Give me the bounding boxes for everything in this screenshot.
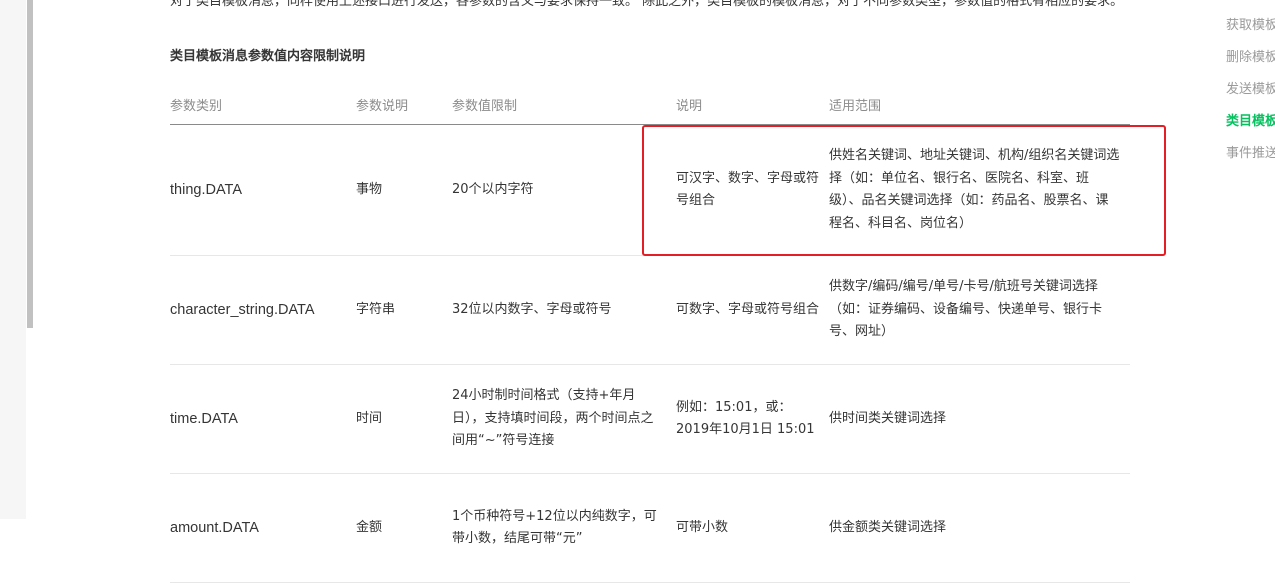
toc-item-delete-template[interactable]: 删除模板 bbox=[1226, 47, 1275, 79]
highlight-annotation-box bbox=[642, 125, 1166, 256]
cell-param-type: time.DATA bbox=[170, 364, 356, 474]
toc-item-event-push[interactable]: 事件推送 bbox=[1226, 143, 1275, 175]
header-note: 说明 bbox=[676, 84, 829, 125]
cell-param-name: 事物 bbox=[356, 124, 452, 256]
header-scope: 适用范围 bbox=[829, 84, 1130, 125]
toc-item-category-template[interactable]: 类目模板消息 bbox=[1226, 111, 1275, 143]
cell-param-name: 金额 bbox=[356, 473, 452, 583]
header-param-type: 参数类别 bbox=[170, 84, 356, 125]
cell-scope: 供时间类关键词选择 bbox=[829, 364, 1130, 474]
header-param-limit: 参数值限制 bbox=[452, 84, 676, 125]
toc-item-get-template-list[interactable]: 获取模板列表 bbox=[1226, 15, 1275, 47]
cell-param-type: character_string.DATA bbox=[170, 255, 356, 365]
cell-scope: 供金额类关键词选择 bbox=[829, 473, 1130, 583]
table-row: time.DATA 时间 24小时制时间格式（支持+年月日），支持填时间段，两个… bbox=[170, 364, 1130, 474]
cell-scope: 供数字/编码/编号/单号/卡号/航班号关键词选择（如：证券编码、设备编号、快递单… bbox=[829, 255, 1130, 365]
scrollbar-thumb[interactable] bbox=[27, 0, 33, 328]
section-title: 类目模板消息参数值内容限制说明 bbox=[170, 49, 366, 64]
table-row: character_string.DATA 字符串 32位以内数字、字母或符号 … bbox=[170, 255, 1130, 365]
cell-param-name: 时间 bbox=[356, 364, 452, 474]
cell-note: 例如：15:01，或：2019年10月1日 15:01 bbox=[676, 364, 829, 474]
cell-param-type: thing.DATA bbox=[170, 124, 356, 256]
intro-paragraph: 对于类目模板消息，同样使用上述接口进行发送，各参数的含义与要求保持一致。 除此之… bbox=[170, 0, 1124, 9]
cell-note: 可数字、字母或符号组合 bbox=[676, 255, 829, 365]
cell-param-name: 字符串 bbox=[356, 255, 452, 365]
cell-param-limit: 32位以内数字、字母或符号 bbox=[452, 255, 676, 365]
header-param-desc: 参数说明 bbox=[356, 84, 452, 125]
cell-param-limit: 24小时制时间格式（支持+年月日），支持填时间段，两个时间点之间用“~”符号连接 bbox=[452, 364, 676, 474]
cell-param-limit: 1个币种符号+12位以内纯数字，可带小数，结尾可带“元” bbox=[452, 473, 676, 583]
table-of-contents: 获取模板列表 删除模板 发送模板消息 类目模板消息 事件推送 bbox=[1226, 15, 1275, 175]
table-header-row: 参数类别 参数说明 参数值限制 说明 适用范围 bbox=[170, 84, 1130, 125]
cell-note: 可带小数 bbox=[676, 473, 829, 583]
toc-item-send-template[interactable]: 发送模板消息 bbox=[1226, 79, 1275, 111]
cell-param-type: amount.DATA bbox=[170, 473, 356, 583]
left-gutter bbox=[0, 0, 26, 519]
table-row: amount.DATA 金额 1个币种符号+12位以内纯数字，可带小数，结尾可带… bbox=[170, 473, 1130, 583]
